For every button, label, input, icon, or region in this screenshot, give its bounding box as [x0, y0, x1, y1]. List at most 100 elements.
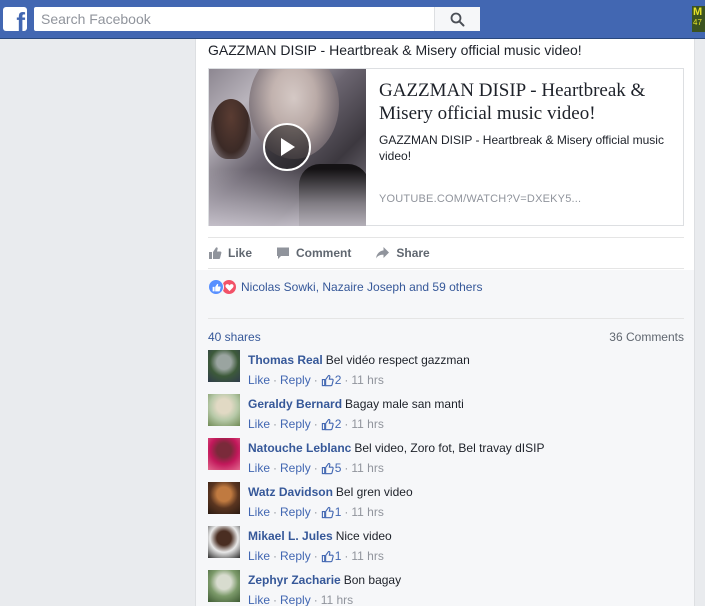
comment-author[interactable]: Geraldy Bernard: [248, 397, 342, 411]
corner-badge-top: M: [693, 6, 703, 18]
avatar[interactable]: [208, 394, 240, 426]
comment-likes: 2: [334, 373, 342, 387]
link-domain: YOUTUBE.COM/WATCH?V=DXEKY5...: [379, 193, 582, 205]
thumbs-up-outline-icon: [321, 462, 334, 474]
facebook-logo-icon[interactable]: f: [3, 7, 27, 31]
comment-reply-link[interactable]: Reply: [280, 460, 311, 476]
comment-text: Bon bagay: [343, 573, 402, 587]
video-thumbnail[interactable]: [209, 69, 366, 226]
shares-count[interactable]: 40 shares: [208, 330, 261, 344]
comment-like-link[interactable]: Like: [248, 504, 270, 520]
comment-reply-link[interactable]: Reply: [280, 416, 311, 432]
comment-like-count[interactable]: 5: [321, 460, 342, 476]
comment-item: Watz Davidson Bel gren video Like · Reply ·…: [208, 482, 684, 526]
shares-comments-row: 40 shares 36 Comments: [208, 318, 684, 344]
comment-like-link[interactable]: Like: [248, 592, 270, 606]
comment-time[interactable]: 11 hrs: [351, 460, 383, 476]
like-button[interactable]: Like: [208, 237, 252, 269]
corner-badge[interactable]: M 47: [692, 6, 705, 32]
link-preview-body: GAZZMAN DISIP - Heartbreak & Misery offi…: [379, 79, 675, 164]
comment-icon: [277, 247, 290, 259]
comment-reply-link[interactable]: Reply: [280, 372, 311, 388]
thumbnail-person: [211, 99, 251, 159]
share-label: Share: [396, 246, 430, 260]
comment-author[interactable]: Thomas Real: [248, 353, 323, 367]
reactions-names[interactable]: Nicolas Sowki, Nazaire Joseph and 59 oth…: [241, 280, 482, 294]
comment-body: Thomas Real Bel vidéo respect gazzman Lik…: [248, 352, 678, 388]
link-description: GAZZMAN DISIP - Heartbreak & Misery offi…: [379, 133, 664, 163]
comment-author[interactable]: Zephyr Zacharie: [248, 573, 341, 587]
comments-list: Thomas Real Bel vidéo respect gazzman Lik…: [208, 350, 684, 606]
comment-likes: 5: [334, 461, 342, 475]
thumbs-up-outline-icon: [321, 374, 334, 386]
comment-time[interactable]: 11 hrs: [351, 548, 383, 564]
comment-text: Nice video: [335, 529, 392, 543]
comment-meta: Like · Reply · 1 · 11 hrs: [248, 548, 384, 564]
post-actions: Like Comment Share: [208, 237, 684, 269]
comment-text: Bel gren video: [335, 485, 413, 499]
post-text: GAZZMAN DISIP - Heartbreak & Misery offi…: [208, 42, 582, 58]
comment-text: Bel video, Zoro fot, Bel travay dISIP: [354, 441, 545, 455]
comment-like-link[interactable]: Like: [248, 548, 270, 564]
comment-body: Natouche Leblanc Bel video, Zoro fot, Bel…: [248, 440, 678, 476]
comment-text: Bel vidéo respect gazzman: [325, 353, 470, 367]
comment-meta: Like · Reply · 5 · 11 hrs: [248, 460, 384, 476]
corner-badge-bottom: 47: [693, 18, 702, 27]
comment-author[interactable]: Watz Davidson: [248, 485, 333, 499]
comment-body: Mikael L. Jules Nice video Like · Reply · 1…: [248, 528, 678, 564]
thumbs-up-icon: [209, 247, 222, 259]
thumbs-up-outline-icon: [321, 506, 334, 518]
comment-like-count[interactable]: 1: [321, 504, 342, 520]
comment-item: Geraldy Bernard Bagay male san manti Like…: [208, 394, 684, 438]
comment-like-link[interactable]: Like: [248, 460, 270, 476]
comment-like-count[interactable]: 2: [321, 416, 342, 432]
comment-text: Bagay male san manti: [345, 397, 464, 411]
share-arrow-icon: [376, 247, 390, 259]
comment-time[interactable]: 11 hrs: [351, 372, 383, 388]
comment-like-link[interactable]: Like: [248, 416, 270, 432]
comment-item: Thomas Real Bel vidéo respect gazzman Lik…: [208, 350, 684, 394]
link-preview[interactable]: GAZZMAN DISIP - Heartbreak & Misery offi…: [208, 68, 684, 226]
reactions-summary[interactable]: Nicolas Sowki, Nazaire Joseph and 59 oth…: [208, 279, 482, 295]
comment-meta: Like · Reply · 11 hrs: [248, 592, 354, 606]
comments-count[interactable]: 36 Comments: [609, 330, 684, 344]
avatar[interactable]: [208, 438, 240, 470]
comment-time[interactable]: 11 hrs: [351, 504, 383, 520]
comment-like-link[interactable]: Like: [248, 372, 270, 388]
search-input[interactable]: [34, 7, 434, 31]
comment-item: Natouche Leblanc Bel video, Zoro fot, Bel…: [208, 438, 684, 482]
comment-likes: 1: [334, 505, 342, 519]
feedback-section: Nicolas Sowki, Nazaire Joseph and 59 oth…: [196, 270, 694, 606]
comment-reply-link[interactable]: Reply: [280, 548, 311, 564]
top-navigation-bar: f M 47: [0, 0, 705, 39]
search-icon: [450, 12, 465, 26]
comment-likes: 1: [334, 549, 342, 563]
comment-author[interactable]: Natouche Leblanc: [248, 441, 351, 455]
comment-button[interactable]: Comment: [276, 237, 351, 269]
comment-meta: Like · Reply · 2 · 11 hrs: [248, 416, 384, 432]
avatar[interactable]: [208, 526, 240, 558]
avatar[interactable]: [208, 350, 240, 382]
like-reaction-icon: [208, 279, 224, 295]
comment-reply-link[interactable]: Reply: [280, 592, 311, 606]
link-title[interactable]: GAZZMAN DISIP - Heartbreak & Misery offi…: [379, 79, 675, 125]
comment-item: Mikael L. Jules Nice video Like · Reply · 1…: [208, 526, 684, 570]
comment-like-count[interactable]: 1: [321, 548, 342, 564]
logo-letter: f: [16, 7, 25, 31]
comment-time[interactable]: 11 hrs: [321, 592, 353, 606]
avatar[interactable]: [208, 482, 240, 514]
thumbs-up-outline-icon: [321, 418, 334, 430]
avatar[interactable]: [208, 570, 240, 602]
comment-like-count[interactable]: 2: [321, 372, 342, 388]
comment-body: Geraldy Bernard Bagay male san manti Like…: [248, 396, 678, 432]
comment-item: Zephyr Zacharie Bon bagay Like · Reply · 11…: [208, 570, 684, 606]
comment-meta: Like · Reply · 1 · 11 hrs: [248, 504, 384, 520]
play-button-icon[interactable]: [263, 123, 311, 171]
share-button[interactable]: Share: [375, 237, 430, 269]
comment-body: Watz Davidson Bel gren video Like · Reply ·…: [248, 484, 678, 520]
comment-author[interactable]: Mikael L. Jules: [248, 529, 333, 543]
comment-reply-link[interactable]: Reply: [280, 504, 311, 520]
comment-time[interactable]: 11 hrs: [351, 416, 383, 432]
comment-likes: 2: [334, 417, 342, 431]
search-button[interactable]: [434, 7, 480, 31]
